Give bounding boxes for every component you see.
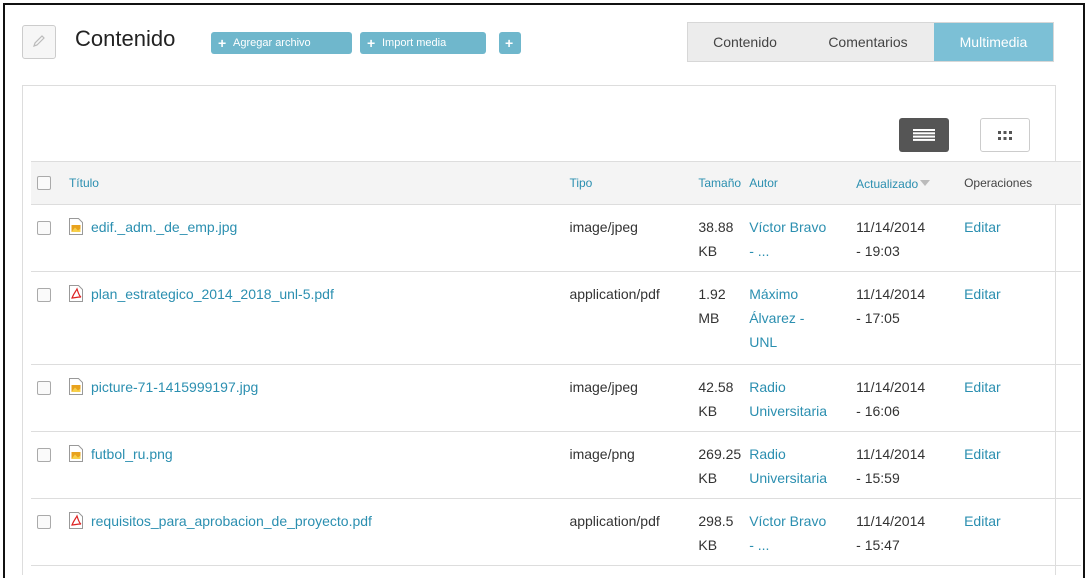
plus-icon: + <box>218 35 227 51</box>
pdf-file-icon <box>68 285 83 309</box>
updated-date: 11/14/2014 <box>856 286 926 302</box>
column-size[interactable]: Tamaño <box>694 161 746 205</box>
add-file-label: Agregar archivo <box>233 37 311 49</box>
column-author[interactable]: Autor <box>745 161 853 205</box>
sort-desc-icon <box>920 176 931 190</box>
column-type[interactable]: Tipo <box>565 161 695 205</box>
file-size-value: 298.5 <box>698 513 734 529</box>
updated-date: 11/14/2014 <box>856 379 926 395</box>
row-checkbox[interactable] <box>37 221 51 235</box>
list-view-button[interactable] <box>899 118 949 152</box>
author-link-cont[interactable]: Álvarez - <box>749 306 848 330</box>
file-title-link[interactable]: picture-71-1415999197.jpg <box>91 379 258 395</box>
author-link[interactable]: Víctor Bravo <box>749 215 848 239</box>
file-size-value: 269.25 <box>698 446 742 462</box>
file-size-unit: KB <box>698 537 718 553</box>
grid-view-button[interactable] <box>980 118 1030 152</box>
image-file-icon <box>68 378 83 402</box>
row-checkbox[interactable] <box>37 288 51 302</box>
table-row: requisitos_para_aprobacion_de_proyecto.p… <box>31 498 1081 566</box>
column-updated-label: Actualizado <box>856 176 919 191</box>
row-checkbox[interactable] <box>37 381 51 395</box>
updated-time: - 19:03 <box>856 243 900 259</box>
file-size-unit: KB <box>698 470 718 486</box>
import-media-label: Import media <box>382 37 447 49</box>
author-link-cont[interactable]: UNL <box>749 330 848 354</box>
file-size-value: 1.92 <box>698 286 726 302</box>
updated-time: - 16:06 <box>856 403 900 419</box>
pdf-file-icon <box>68 512 83 536</box>
select-all-checkbox[interactable] <box>37 176 51 191</box>
row-checkbox[interactable] <box>37 515 51 529</box>
updated-time: - 17:05 <box>856 310 900 326</box>
page-title: Contenido <box>75 26 176 51</box>
grid-view-icon <box>998 126 1012 145</box>
pencil-icon <box>32 33 46 52</box>
file-type: application/pdf <box>565 498 695 566</box>
author-link[interactable]: Radio <box>749 375 848 399</box>
author-link[interactable]: Radio <box>749 442 848 466</box>
file-title-link[interactable]: futbol_ru.png <box>91 446 173 462</box>
author-link[interactable]: Máximo <box>749 282 848 306</box>
updated-time: - 15:47 <box>856 537 900 553</box>
file-type: image/png <box>565 431 695 499</box>
edit-link[interactable]: Editar <box>960 431 1081 499</box>
updated-date: 11/14/2014 <box>856 513 926 529</box>
file-size-unit: KB <box>698 243 718 259</box>
updated-time: - 15:59 <box>856 470 900 486</box>
file-title-link[interactable]: requisitos_para_aprobacion_de_proyecto.p… <box>91 513 372 529</box>
plus-icon: + <box>367 35 376 51</box>
author-link-cont[interactable]: Universitaria <box>749 399 848 423</box>
file-size-unit: MB <box>698 310 720 326</box>
edit-link[interactable]: Editar <box>960 364 1081 432</box>
row-checkbox[interactable] <box>37 448 51 462</box>
table-row: futbol_ru.png image/png 269.25 KB Radio Un… <box>31 431 1081 499</box>
file-title-link[interactable]: edif._adm._de_emp.jpg <box>91 219 237 235</box>
media-table: Título Tipo Tamaño Autor Actualizado Ope… <box>31 161 1081 566</box>
file-type: application/pdf <box>565 271 695 365</box>
table-row: edif._adm._de_emp.jpg image/jpeg 38.88 KB… <box>31 204 1081 272</box>
column-updated[interactable]: Actualizado <box>852 161 961 205</box>
column-title[interactable]: Título <box>64 161 566 205</box>
edit-link[interactable]: Editar <box>960 204 1081 272</box>
add-button[interactable]: + <box>499 32 521 54</box>
table-row: picture-71-1415999197.jpg image/jpeg 42.… <box>31 364 1081 432</box>
import-media-button[interactable]: + Import media <box>360 32 486 54</box>
author-link[interactable]: Víctor Bravo <box>749 509 848 533</box>
tab-multimedia[interactable]: Multimedia <box>934 23 1053 61</box>
author-link-cont[interactable]: - ... <box>749 239 848 263</box>
edit-link[interactable]: Editar <box>960 498 1081 566</box>
table-header-row: Título Tipo Tamaño Autor Actualizado Ope… <box>31 161 1081 205</box>
file-type: image/jpeg <box>565 364 695 432</box>
plus-icon: + <box>505 35 514 51</box>
file-size-value: 42.58 <box>698 379 734 395</box>
image-file-icon <box>68 445 83 469</box>
image-file-icon <box>68 218 83 242</box>
list-view-icon <box>913 126 935 145</box>
file-size-value: 38.88 <box>698 219 734 235</box>
add-file-button[interactable]: + Agregar archivo <box>211 32 352 54</box>
file-title-link[interactable]: plan_estrategico_2014_2018_unl-5.pdf <box>91 286 334 302</box>
file-type: image/jpeg <box>565 204 695 272</box>
file-size-unit: KB <box>698 403 718 419</box>
tab-comentarios[interactable]: Comentarios <box>802 23 934 61</box>
table-row: plan_estrategico_2014_2018_unl-5.pdf app… <box>31 271 1081 365</box>
column-operations: Operaciones <box>960 161 1081 205</box>
updated-date: 11/14/2014 <box>856 219 926 235</box>
content-tabs: Contenido Comentarios Multimedia <box>687 22 1054 62</box>
updated-date: 11/14/2014 <box>856 446 926 462</box>
edit-shortcut-button[interactable] <box>22 25 56 59</box>
author-link-cont[interactable]: Universitaria <box>749 466 848 490</box>
author-link-cont[interactable]: - ... <box>749 533 848 557</box>
edit-link[interactable]: Editar <box>960 271 1081 365</box>
tab-contenido[interactable]: Contenido <box>688 23 802 61</box>
